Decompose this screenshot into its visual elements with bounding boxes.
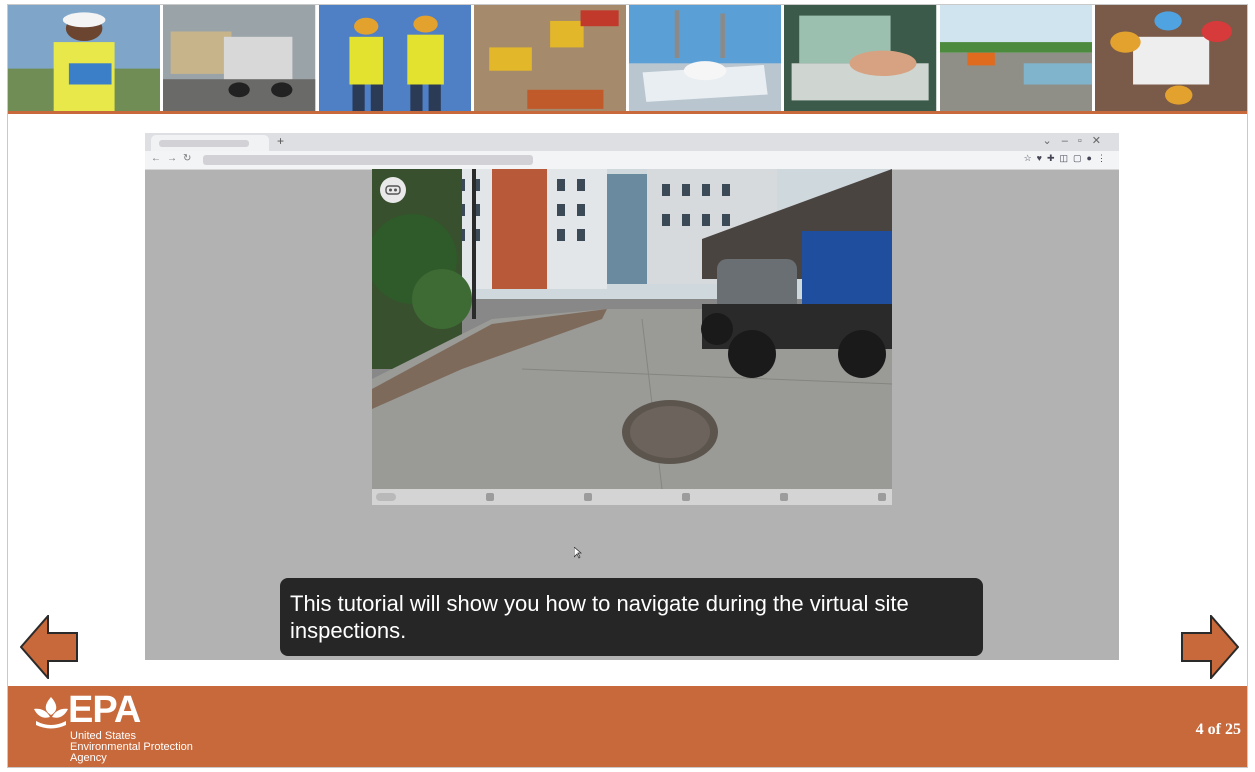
window-controls[interactable]: ⌄–▫✕ bbox=[1043, 134, 1111, 147]
browser-address-bar[interactable]: ←→↻ ☆♥✚◫▢●⋮ bbox=[145, 151, 1119, 170]
agency-line: Agency bbox=[70, 752, 107, 764]
slide-frame: + ⌄–▫✕ ←→↻ ☆♥✚◫▢●⋮ This tutorial will sh… bbox=[7, 4, 1248, 768]
viewer-control-bar bbox=[372, 489, 892, 505]
browser-tab[interactable] bbox=[151, 135, 269, 151]
epa-logo bbox=[32, 695, 70, 734]
tutorial-video[interactable]: + ⌄–▫✕ ←→↻ ☆♥✚◫▢●⋮ This tutorial will sh… bbox=[145, 133, 1119, 660]
play-pause-button[interactable] bbox=[376, 493, 396, 501]
browser-nav-icons[interactable]: ←→↻ bbox=[151, 153, 197, 164]
banner-photo-inspector bbox=[8, 5, 161, 111]
previous-slide-button[interactable] bbox=[19, 613, 78, 684]
next-slide-button[interactable] bbox=[1181, 613, 1240, 684]
new-tab-button[interactable]: + bbox=[277, 134, 284, 148]
banner-photo-blueprints bbox=[629, 5, 782, 111]
banner-photo-dam bbox=[939, 5, 1092, 111]
subtitle-caption: This tutorial will show you how to navig… bbox=[280, 578, 983, 656]
viewer-control-button[interactable] bbox=[780, 493, 788, 501]
photo-banner bbox=[8, 5, 1247, 114]
arrow-left-icon bbox=[19, 613, 78, 681]
construction-site-scene bbox=[372, 169, 892, 489]
banner-photo-team-meeting bbox=[1094, 5, 1247, 111]
slide-page-counter: 4 of 25 bbox=[1195, 721, 1241, 738]
banner-photo-excavators bbox=[473, 5, 626, 111]
site-360-viewer[interactable] bbox=[372, 169, 892, 489]
epa-wordmark: EPA bbox=[68, 689, 141, 731]
agency-name: United States Environmental Protection A… bbox=[70, 731, 193, 764]
banner-photo-workers bbox=[318, 5, 471, 111]
arrow-right-icon bbox=[1181, 613, 1240, 681]
viewer-control-button[interactable] bbox=[486, 493, 494, 501]
slide-footer: EPA United States Environmental Protecti… bbox=[8, 686, 1247, 767]
browser-extension-icons[interactable]: ☆♥✚◫▢●⋮ bbox=[1024, 153, 1111, 164]
viewer-control-button[interactable] bbox=[584, 493, 592, 501]
vr-headset-icon[interactable] bbox=[380, 177, 406, 203]
epa-flower-icon bbox=[34, 697, 68, 729]
mouse-cursor-icon bbox=[573, 546, 583, 564]
banner-photo-laptop bbox=[784, 5, 937, 111]
viewer-control-button[interactable] bbox=[682, 493, 690, 501]
browser-tab-strip: + ⌄–▫✕ bbox=[145, 133, 1119, 151]
banner-photo-trucks bbox=[163, 5, 316, 111]
viewer-control-button[interactable] bbox=[878, 493, 886, 501]
